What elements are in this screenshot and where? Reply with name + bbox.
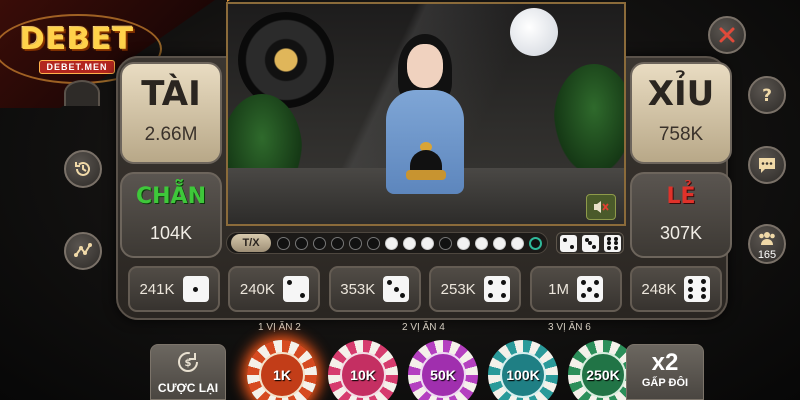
dice-icon	[559, 234, 577, 252]
dice-bet-1[interactable]: 241K	[128, 266, 220, 312]
svg-text:?: ?	[762, 86, 772, 105]
history-dot	[403, 236, 416, 250]
bet-tai-amount: 2.66M	[144, 124, 198, 145]
players-button[interactable]: 165	[748, 224, 786, 264]
dice-bet-amount: 241K	[139, 280, 175, 298]
help-button[interactable]: ?	[748, 76, 786, 114]
double-button[interactable]: x2 GẤP ĐÔI	[626, 344, 704, 400]
dice-face-6-icon	[684, 276, 711, 302]
players-count: 165	[757, 249, 777, 261]
dice-bet-amount: 248K	[641, 280, 677, 298]
chat-button[interactable]	[748, 146, 786, 184]
history-dot	[439, 236, 452, 250]
chip-10k-label: 10K	[340, 352, 386, 398]
history-dot	[385, 236, 398, 250]
history-dot	[511, 236, 524, 250]
payout-two-dice: 2 VỊ ĂN 4	[402, 322, 445, 333]
dice-bet-amount: 240K	[239, 280, 275, 298]
mute-button[interactable]	[586, 194, 616, 220]
rebet-icon: $	[178, 352, 198, 372]
dealer-face	[407, 44, 443, 88]
dice-icon	[581, 234, 599, 252]
chip-100k[interactable]: 100K	[488, 340, 558, 400]
help-icon: ?	[762, 86, 772, 105]
bet-le[interactable]: LẺ 307K	[630, 172, 732, 258]
chip-100k-label: 100K	[500, 352, 546, 398]
dice-face-2-icon	[282, 276, 309, 302]
chip-250k-label: 250K	[580, 352, 626, 398]
bet-chan-amount: 104K	[149, 223, 193, 243]
dice-face-3-icon	[383, 276, 410, 302]
chip-50k-label: 50K	[420, 352, 466, 398]
menu-tab[interactable]	[64, 80, 100, 106]
stats-icon	[74, 243, 92, 257]
history-dot	[277, 236, 290, 250]
mute-icon	[594, 201, 609, 213]
dice-bet-4[interactable]: 253K	[429, 266, 522, 312]
chip-50k[interactable]: 50K	[408, 340, 478, 400]
svg-text:$: $	[185, 358, 192, 369]
bet-le-label: LẺ	[666, 184, 696, 209]
dice-face-1-icon	[182, 276, 209, 302]
history-dot	[331, 236, 344, 250]
history-dot	[367, 236, 380, 250]
stats-button[interactable]	[64, 232, 102, 270]
chip-10k[interactable]: 10K	[328, 340, 398, 400]
double-label: GẤP ĐÔI	[641, 377, 689, 389]
history-toggle[interactable]: T/X	[231, 234, 271, 252]
rebet-label: CƯỢC LẠI	[157, 381, 219, 395]
history-dot-current	[529, 236, 542, 250]
dice-bet-3[interactable]: 353K	[328, 266, 421, 312]
dice-bet-5[interactable]: 1M	[529, 266, 622, 312]
chip-1k[interactable]: 1K	[247, 340, 317, 400]
bell-base	[406, 170, 446, 180]
bet-le-amount: 307K	[659, 223, 703, 243]
bet-xiu-amount: 758K	[658, 124, 704, 145]
payout-one-die: 1 VỊ ĂN 2	[258, 322, 301, 333]
history-dot	[349, 236, 362, 250]
bet-chan[interactable]: CHẴN 104K	[120, 172, 222, 258]
bet-tai-label: TÀI	[141, 74, 201, 114]
history-dot	[475, 236, 488, 250]
chip-1k-label: 1K	[259, 352, 305, 398]
moon-lamp	[510, 8, 558, 56]
speaker-decor	[238, 12, 334, 108]
dice-bet-amount: 253K	[440, 280, 476, 298]
chat-icon	[759, 158, 775, 173]
dice-bets-row: 241K 240K 353K 253K 1M 248K	[128, 266, 722, 312]
bet-xiu[interactable]: XỈU 758K	[630, 62, 732, 164]
history-dot	[295, 236, 308, 250]
dice-shaker-bell	[404, 142, 448, 182]
history-dot	[313, 236, 326, 250]
dice-bet-amount: 353K	[340, 280, 376, 298]
dice-bet-amount: 1M	[548, 280, 569, 298]
bet-chan-label: CHẴN	[136, 184, 206, 209]
history-dot	[457, 236, 470, 250]
plant-right	[554, 64, 624, 174]
dice-icon	[603, 234, 621, 252]
close-button[interactable]	[708, 16, 746, 54]
bet-xiu-label: XỈU	[647, 74, 715, 114]
history-dots	[277, 236, 547, 250]
history-dot	[421, 236, 434, 250]
game-screen: DEBET DEBET.MEN TÀI 2.66M XỈU 758K CHẴN …	[0, 0, 800, 400]
dice-bet-2[interactable]: 240K	[228, 266, 321, 312]
double-multiplier: x2	[651, 349, 679, 376]
dice-face-5-icon	[576, 276, 603, 302]
dice-view-toggle[interactable]	[556, 232, 624, 254]
bet-tai[interactable]: TÀI 2.66M	[120, 62, 222, 164]
history-icon	[75, 161, 90, 176]
dice-face-4-icon	[483, 276, 510, 302]
payout-three-dice: 3 VỊ ĂN 6	[548, 322, 591, 333]
history-dot	[493, 236, 506, 250]
history-button[interactable]	[64, 150, 102, 188]
result-history: T/X	[226, 232, 548, 254]
bell-dome	[410, 150, 442, 172]
payout-labels: 1 VỊ ĂN 2 2 VỊ ĂN 4 3 VỊ ĂN 6	[230, 322, 630, 336]
live-dealer-video	[226, 2, 626, 226]
rebet-button[interactable]: $ CƯỢC LẠI	[150, 344, 226, 400]
close-icon	[719, 27, 735, 43]
players-icon	[759, 232, 775, 245]
dice-bet-6[interactable]: 248K	[629, 266, 722, 312]
